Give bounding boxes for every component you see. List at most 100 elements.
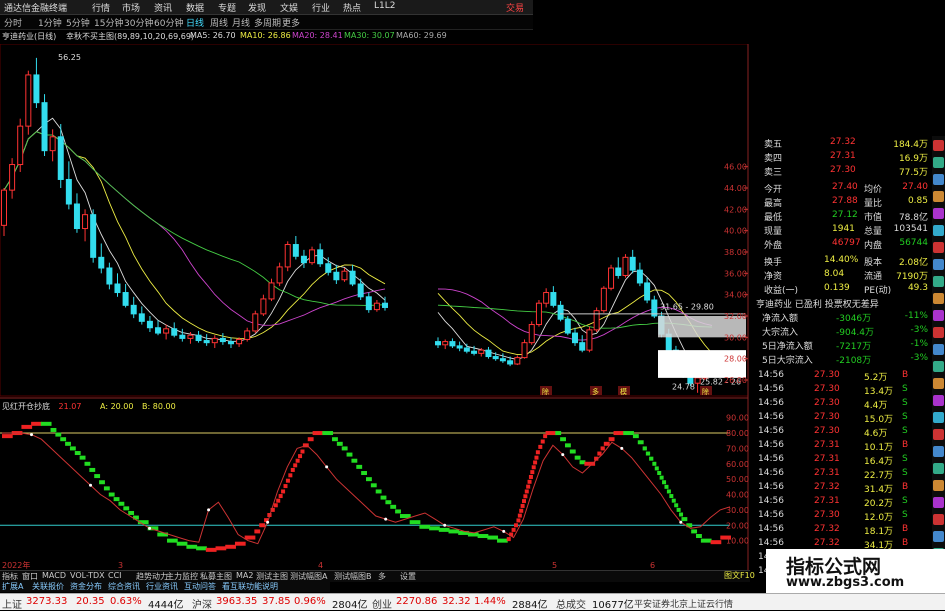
sub-step-block [118, 501, 125, 506]
sub-step-block [380, 495, 387, 500]
period-8[interactable]: 月线 [232, 16, 250, 29]
candle-body [543, 292, 550, 304]
extra-tab-3[interactable]: 综合资讯 [108, 581, 140, 592]
side-icon-strip[interactable] [932, 136, 945, 576]
sub-step-block [346, 452, 353, 457]
sub-step-block [356, 464, 363, 469]
indicator-tab-2[interactable]: MACD [42, 571, 66, 580]
menu-item-9[interactable]: L1L2 [374, 1, 395, 11]
stat-row: 净资 8.04 流通 7190万 [752, 268, 932, 282]
flow-pct: -3% [910, 353, 928, 363]
period-7[interactable]: 周线 [210, 16, 228, 29]
extra-tab-0[interactable]: 扩展A [2, 581, 23, 592]
menu-item-6[interactable]: 文娱 [280, 1, 298, 14]
sub-step-block [511, 527, 516, 532]
side-tool-icon[interactable] [933, 446, 944, 457]
side-tool-icon[interactable] [933, 429, 944, 440]
indicator-tab-3[interactable]: VOL-TDX [70, 571, 105, 580]
side-tool-icon[interactable] [933, 310, 944, 321]
period-9[interactable]: 多周期 [254, 16, 281, 29]
range-label-1: 31.65 - 29.80 [660, 303, 714, 312]
side-tool-icon[interactable] [933, 242, 944, 253]
side-tool-icon[interactable] [933, 157, 944, 168]
chart-area[interactable]: 56.2531.65 - 29.8024.7825.82 - 26除多模除 46… [0, 44, 750, 570]
period-0[interactable]: 分时 [4, 16, 22, 29]
sub-step-block [276, 498, 281, 503]
tick-time: 14:56 [758, 524, 784, 534]
period-5[interactable]: 60分钟 [154, 16, 183, 29]
stat-value-2: 49.3 [907, 283, 928, 293]
side-tool-icon[interactable] [933, 140, 944, 151]
menu-item-8[interactable]: 热点 [343, 1, 361, 14]
menu-item-0[interactable]: 行情 [92, 1, 110, 14]
quote-info-row: 最高 27.88 量比 0.85 [752, 195, 932, 209]
side-tool-icon[interactable] [933, 463, 944, 474]
sub-step-block [691, 529, 698, 534]
period-2[interactable]: 5分钟 [66, 16, 90, 29]
menu-item-4[interactable]: 专题 [218, 1, 236, 14]
indicator-tab-8[interactable]: MA2 [236, 571, 253, 580]
extra-tab-6[interactable]: 看互联功能说明 [222, 581, 278, 592]
side-tool-icon[interactable] [933, 514, 944, 525]
tick-side: S [902, 468, 908, 478]
menu-item-5[interactable]: 发现 [248, 1, 266, 14]
y-tick-label: 26.00 [724, 376, 747, 385]
side-tool-icon[interactable] [933, 480, 944, 491]
sub-step-block [370, 483, 377, 488]
indicator-tab-11[interactable]: 测试幅图B [334, 571, 372, 582]
flow-value: -904.4万 [836, 328, 875, 338]
sub-step-block [351, 458, 358, 463]
period-6[interactable]: 日线 [186, 16, 204, 29]
extra-tab-5[interactable]: 互动问答 [184, 581, 216, 592]
side-tool-icon[interactable] [933, 361, 944, 372]
trade-menu[interactable]: 交易 [506, 1, 524, 14]
tick-time: 14:56 [758, 440, 784, 450]
indicator-tab-13[interactable]: 设置 [400, 571, 416, 582]
indicator-tab-12[interactable]: 多 [378, 571, 386, 582]
high-price-label: 56.25 [58, 53, 81, 62]
watermark-url: www.zbgs3.com [786, 575, 905, 590]
ma-legend-3: MA30: 30.07 [344, 31, 395, 40]
sub-step-block [259, 523, 266, 528]
sub-step-block [477, 534, 489, 539]
sub-step-block [2, 434, 13, 439]
menu-item-1[interactable]: 市场 [122, 1, 140, 14]
menu-item-3[interactable]: 数据 [186, 1, 204, 14]
sub-step-block [108, 492, 115, 497]
side-tool-icon[interactable] [933, 259, 944, 270]
signal-line [2, 432, 731, 545]
side-tool-icon[interactable] [933, 174, 944, 185]
sub-step-block [50, 427, 57, 432]
period-10[interactable]: 更多 [282, 16, 300, 29]
side-tool-icon[interactable] [933, 395, 944, 406]
side-tool-icon[interactable] [933, 344, 944, 355]
side-tool-icon[interactable] [933, 191, 944, 202]
sub-step-block [560, 437, 566, 442]
menu-item-2[interactable]: 资讯 [154, 1, 172, 14]
side-tool-icon[interactable] [933, 208, 944, 219]
side-tool-icon[interactable] [933, 293, 944, 304]
extra-tab-1[interactable]: 关联报价 [32, 581, 64, 592]
side-tool-icon[interactable] [933, 225, 944, 236]
side-tool-icon[interactable] [933, 531, 944, 542]
period-4[interactable]: 30分钟 [124, 16, 153, 29]
menu-item-7[interactable]: 行业 [312, 1, 330, 14]
sub-y-tick-label: 10.00 [726, 537, 749, 546]
extra-tab-2[interactable]: 资金分布 [70, 581, 102, 592]
f10-tab[interactable]: 图文F10 [724, 570, 755, 581]
side-tool-icon[interactable] [933, 378, 944, 389]
side-tool-icon[interactable] [933, 497, 944, 508]
sub-step-block [538, 444, 543, 449]
indicator-tab-4[interactable]: CCI [108, 571, 122, 580]
candle-body [114, 283, 121, 294]
extra-tab-4[interactable]: 行业资讯 [146, 581, 178, 592]
period-3[interactable]: 15分钟 [94, 16, 123, 29]
indicator-name[interactable]: 幸秋不买主图(89,89,10,20,69,69) [66, 31, 194, 42]
candle-body [357, 283, 364, 298]
side-tool-icon[interactable] [933, 412, 944, 423]
side-tool-icon[interactable] [933, 276, 944, 287]
side-tool-icon[interactable] [933, 327, 944, 338]
fund-flow-row: 大宗流入 -904.4万 -3% [752, 324, 932, 338]
period-1[interactable]: 1分钟 [38, 16, 62, 29]
sub-indicator-name[interactable]: 见红开仓抄底 [2, 402, 50, 411]
